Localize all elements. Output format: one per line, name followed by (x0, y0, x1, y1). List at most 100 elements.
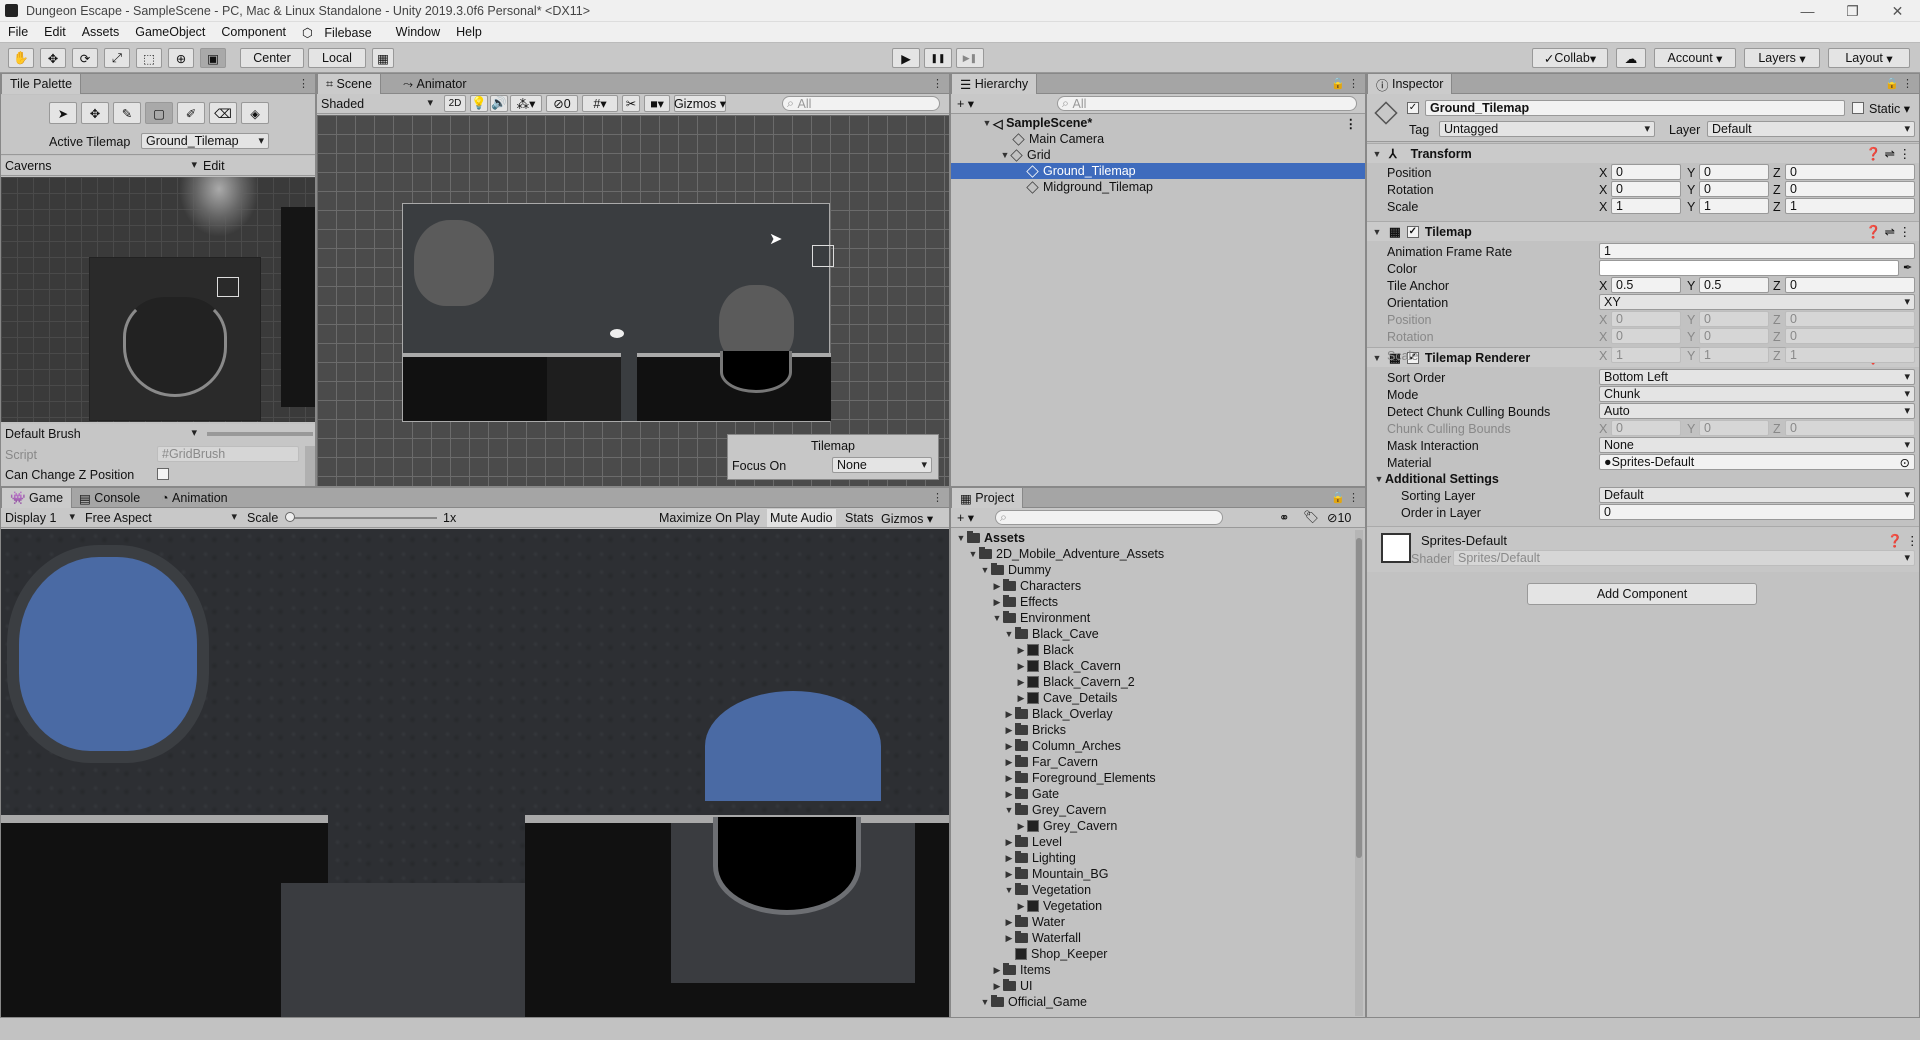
hidden-packages-button[interactable]: ⊘ 10 (1327, 510, 1351, 526)
effects-icon[interactable]: ⁂▾ (510, 95, 542, 112)
project-asset-row[interactable]: ▶ Black (1015, 642, 1074, 658)
collapsed-arrow-icon[interactable]: ▶ (991, 981, 1003, 992)
collapsed-arrow-icon[interactable]: ▶ (1003, 741, 1015, 752)
pause-button[interactable]: ❚❚ (924, 48, 952, 68)
expanded-arrow-icon[interactable]: ▼ (1003, 805, 1015, 815)
rotation-z-field[interactable]: 0 (1785, 181, 1915, 197)
panel-lock-icon[interactable]: 🔒 ⋮ (1331, 491, 1359, 504)
menu-edit[interactable]: Edit (44, 25, 66, 39)
audio-icon[interactable]: 🔊 (490, 95, 508, 112)
hierarchy-search-input[interactable]: ⌕ All (1057, 96, 1357, 111)
static-checkbox[interactable] (1852, 102, 1864, 114)
tools-icon[interactable]: ✂ (622, 95, 640, 112)
object-picker-icon[interactable]: ⊙ (1900, 455, 1910, 470)
orientation-dropdown[interactable]: XY (1599, 294, 1915, 310)
tile-anchor-x-field[interactable]: 0.5 (1611, 277, 1681, 293)
tab-game[interactable]: 👾 Game (1, 488, 73, 508)
collapsed-arrow-icon[interactable]: ▶ (1003, 837, 1015, 848)
collapsed-arrow-icon[interactable]: ▶ (1015, 677, 1027, 688)
collapsed-arrow-icon[interactable]: ▶ (1015, 645, 1027, 656)
transform-tool-icon[interactable]: ⊕ (168, 48, 194, 68)
project-folder-row[interactable]: ▶ Foreground_Elements (1003, 770, 1156, 786)
project-folder-row[interactable]: ▶ Characters (991, 578, 1081, 594)
collapsed-arrow-icon[interactable]: ▶ (991, 965, 1003, 976)
cloud-icon[interactable]: ☁ (1616, 48, 1646, 68)
tab-animation[interactable]: ◔ Animation (153, 488, 236, 508)
project-folder-row[interactable]: ▼ Black_Cave (1003, 626, 1099, 642)
pivot-center-button[interactable]: Center (240, 48, 304, 68)
project-folder-row[interactable]: ▶ Waterfall (1003, 930, 1081, 946)
display-dropdown[interactable]: Display 1 (1, 510, 79, 526)
hierarchy-item-grid[interactable]: ▼ Grid (951, 147, 1365, 163)
paint-brush-icon[interactable]: ✎ (113, 102, 141, 124)
grid-snap-icon[interactable]: ▦ (372, 48, 394, 68)
layers-dropdown[interactable]: Layers ▾ (1744, 48, 1820, 68)
hierarchy-item-main-camera[interactable]: Main Camera (951, 131, 1365, 147)
maximize-button[interactable]: ❐ (1830, 0, 1875, 22)
mode-dropdown[interactable]: Chunk (1599, 386, 1915, 402)
project-folder-row[interactable]: ▼ Assets (955, 530, 1025, 546)
layout-dropdown[interactable]: Layout ▾ (1828, 48, 1910, 68)
palette-tile-black[interactable] (281, 207, 315, 407)
expanded-arrow-icon[interactable]: ▼ (991, 613, 1003, 623)
transform-header[interactable]: ▼ ⅄ Transform ❓ ⇌ ⋮ (1367, 143, 1919, 163)
project-folder-row[interactable]: ▶ Mountain_BG (1003, 866, 1108, 882)
aspect-dropdown[interactable]: Free Aspect (81, 510, 241, 526)
edit-palette-button[interactable]: Edit (203, 159, 225, 173)
filter-label-icon[interactable]: 🏷 (1303, 510, 1319, 525)
project-asset-row[interactable]: ▶ Cave_Details (1015, 690, 1118, 706)
component-menu-icons[interactable]: ❓ ⇌ ⋮ (1866, 224, 1911, 240)
project-scrollbar-thumb[interactable] (1356, 538, 1362, 858)
sort-order-dropdown[interactable]: Bottom Left (1599, 369, 1915, 385)
pivot-local-button[interactable]: Local (308, 48, 366, 68)
collapsed-arrow-icon[interactable]: ▶ (991, 581, 1003, 592)
object-name-field[interactable]: Ground_Tilemap (1425, 100, 1845, 116)
collapsed-arrow-icon[interactable]: ▶ (1003, 725, 1015, 736)
collapsed-arrow-icon[interactable]: ▶ (1003, 757, 1015, 768)
brush-dropdown[interactable]: Default Brush (1, 426, 201, 442)
hierarchy-item-midground-tilemap[interactable]: Midground_Tilemap (951, 179, 1365, 195)
maximize-on-play-button[interactable]: Maximize On Play (659, 511, 760, 525)
additional-settings-foldout[interactable]: ▼ Additional Settings (1373, 472, 1499, 486)
scale-z-field[interactable]: 1 (1785, 198, 1915, 214)
frame-rate-field[interactable]: 1 (1599, 243, 1915, 259)
collapsed-arrow-icon[interactable]: ▶ (1003, 869, 1015, 880)
collapsed-arrow-icon[interactable]: ▶ (1003, 789, 1015, 800)
tab-project[interactable]: ▦ Project (951, 488, 1024, 508)
add-component-button[interactable]: Add Component (1527, 583, 1757, 605)
position-y-field[interactable]: 0 (1699, 164, 1769, 180)
project-asset-row[interactable]: Shop_Keeper (1003, 946, 1107, 962)
collab-dropdown[interactable]: ✓ Collab ▾ (1532, 48, 1608, 68)
material-menu-icons[interactable]: ❓ ⋮ (1887, 533, 1919, 549)
fill-bucket-icon[interactable]: ◈ (241, 102, 269, 124)
collapsed-arrow-icon[interactable]: ▶ (1015, 693, 1027, 704)
close-button[interactable]: ✕ (1875, 0, 1920, 22)
game-viewport[interactable] (1, 529, 949, 1017)
material-field[interactable]: ● Sprites-Default ⊙ (1599, 454, 1915, 470)
gizmos-dropdown[interactable]: Gizmos ▾ (674, 95, 726, 112)
active-tilemap-dropdown[interactable]: Ground_Tilemap (141, 133, 269, 149)
component-menu-icons[interactable]: ❓ ⇌ ⋮ (1866, 146, 1911, 162)
project-folder-row[interactable]: ▼ 2D_Mobile_Adventure_Assets (967, 546, 1164, 562)
hidden-objects-button[interactable]: ⊘ 0 (546, 95, 578, 112)
menu-help[interactable]: Help (456, 25, 482, 39)
move-tile-icon[interactable]: ✥ (81, 102, 109, 124)
scale-x-field[interactable]: 1 (1611, 198, 1681, 214)
project-folder-row[interactable]: ▼ Vegetation (1003, 882, 1091, 898)
menu-assets[interactable]: Assets (82, 25, 120, 39)
custom-tool-icon[interactable]: ▣ (200, 48, 226, 68)
grid-toggle-icon[interactable]: #▾ (582, 95, 618, 112)
scene-viewport[interactable]: ➤ Tilemap Focus On None (317, 115, 949, 486)
project-search-input[interactable]: ⌕ (995, 510, 1223, 525)
focus-on-dropdown[interactable]: None (832, 457, 932, 473)
hierarchy-scene-row[interactable]: ▼ ◁ SampleScene* ⋮ (951, 115, 1365, 131)
expanded-arrow-icon[interactable]: ▼ (1003, 885, 1015, 895)
layer-dropdown[interactable]: Default (1707, 121, 1915, 137)
palette-dropdown[interactable]: Caverns (1, 158, 201, 174)
panel-menu-icon[interactable]: ⋮ (298, 77, 309, 90)
collapsed-arrow-icon[interactable]: ▶ (1003, 773, 1015, 784)
tag-dropdown[interactable]: Untagged (1439, 121, 1655, 137)
palette-tile-waterfall[interactable] (179, 177, 259, 237)
position-z-field[interactable]: 0 (1785, 164, 1915, 180)
project-folder-row[interactable]: ▶ Bricks (1003, 722, 1066, 738)
